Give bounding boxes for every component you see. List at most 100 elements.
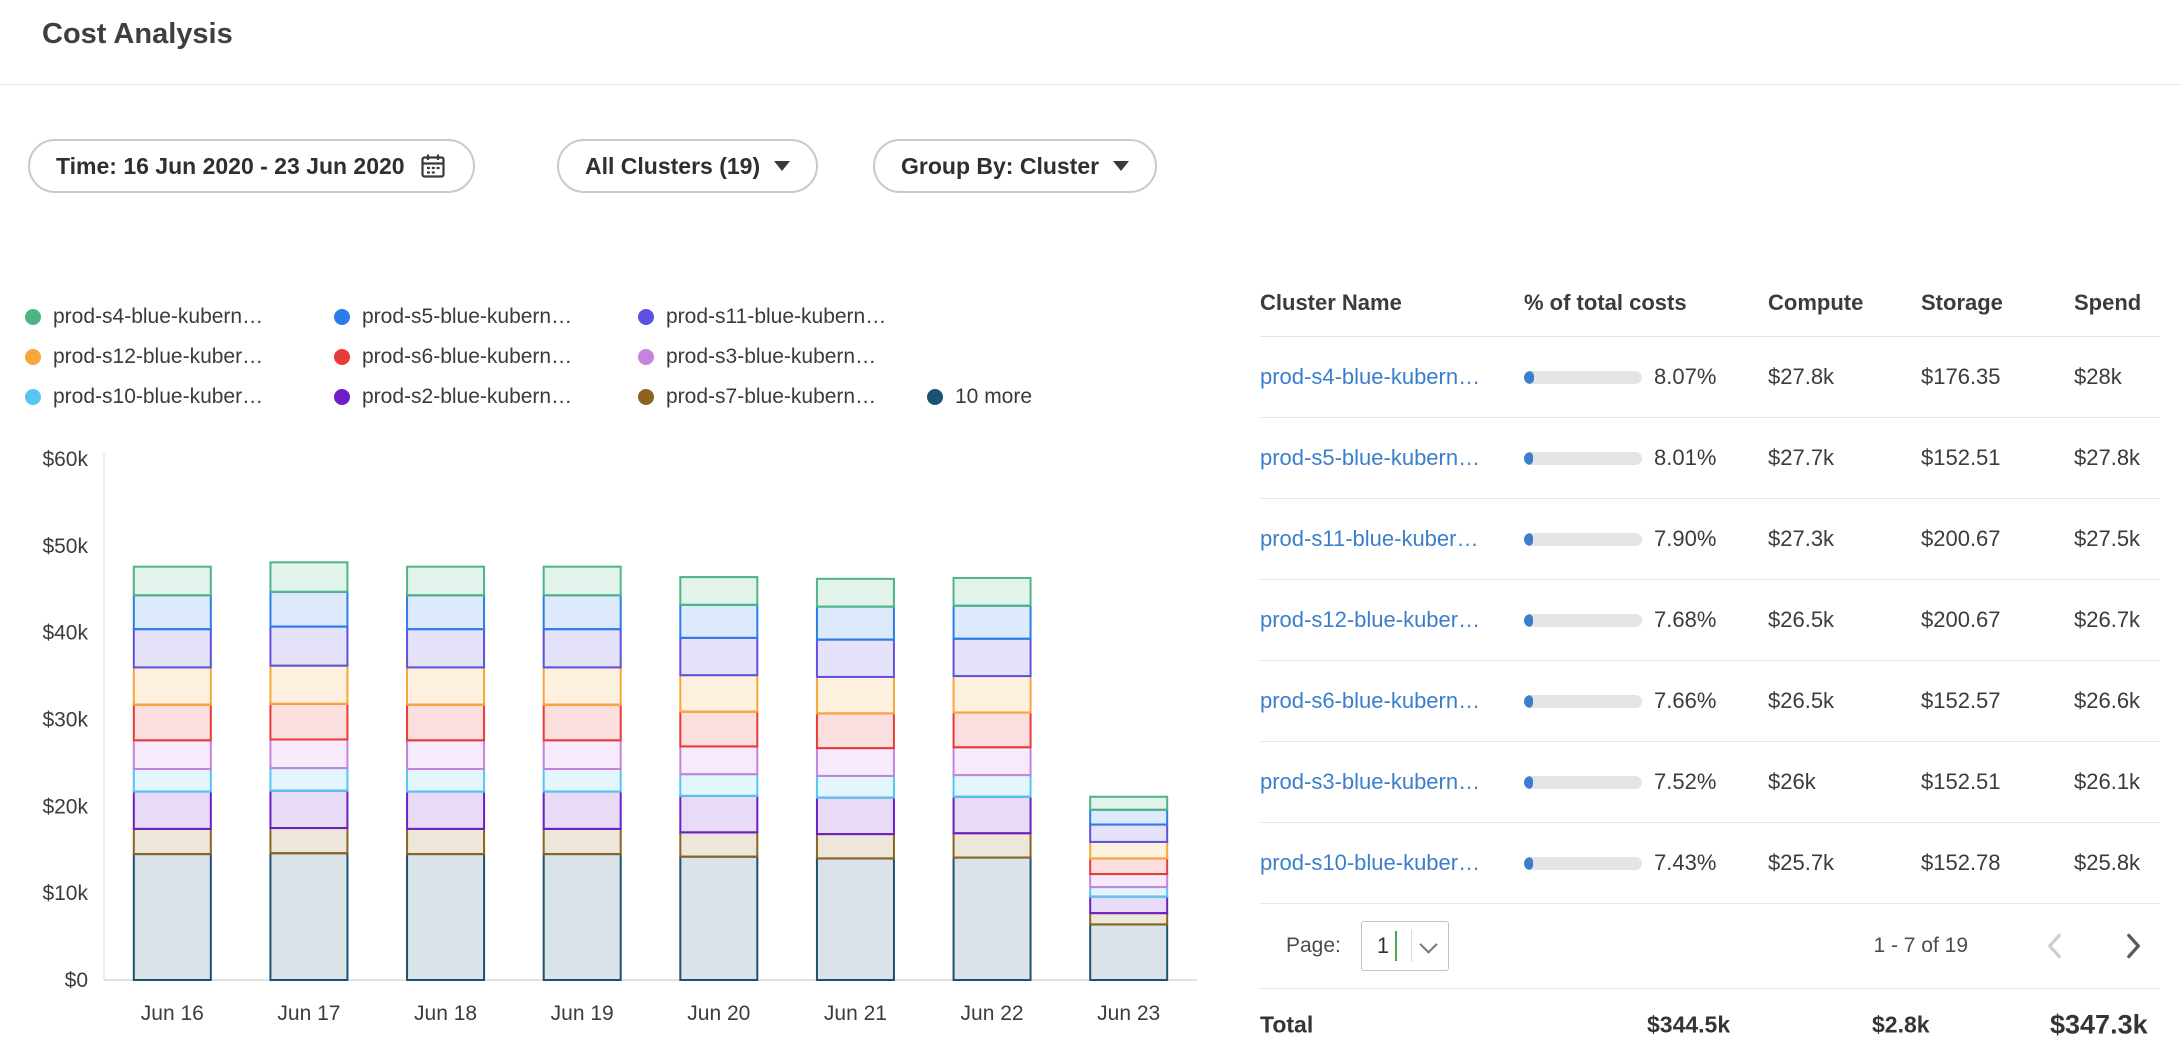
legend-label: prod-s5-blue-kubern… xyxy=(362,305,572,329)
storage-value: $176.35 xyxy=(1921,364,2074,390)
legend-item-prod-s2[interactable]: prod-s2-blue-kubern… xyxy=(334,385,638,409)
pct-cell: 8.01% xyxy=(1524,445,1768,471)
chart-legend: prod-s4-blue-kubern… prod-s5-blue-kubern… xyxy=(25,297,1032,417)
legend-color-dot xyxy=(334,309,350,325)
next-page-button[interactable] xyxy=(2116,929,2150,963)
table-row: prod-s12-blue-kuber… 7.68% $26.5k $200.6… xyxy=(1260,580,2160,661)
legend-item-prod-s7[interactable]: prod-s7-blue-kubern… xyxy=(638,385,927,409)
calendar-icon xyxy=(419,152,447,180)
svg-text:$50k: $50k xyxy=(42,535,88,558)
cluster-name-link[interactable]: prod-s5-blue-kubern… xyxy=(1260,445,1524,471)
compute-value: $25.7k xyxy=(1768,850,1921,876)
legend-item-prod-s4[interactable]: prod-s4-blue-kubern… xyxy=(25,305,334,329)
svg-text:Jun 20: Jun 20 xyxy=(687,1002,750,1025)
time-range-filter[interactable]: Time: 16 Jun 2020 - 23 Jun 2020 xyxy=(28,139,475,193)
svg-text:Jun 17: Jun 17 xyxy=(277,1002,340,1025)
legend-color-dot xyxy=(25,389,41,405)
pct-progress-track xyxy=(1524,857,1642,870)
storage-value: $152.51 xyxy=(1921,769,2074,795)
pct-progress-fill xyxy=(1524,452,1533,465)
page-select[interactable]: 1 xyxy=(1361,921,1449,971)
pct-cell: 7.43% xyxy=(1524,850,1768,876)
total-row: Total $344.5k $2.8k $347.3k xyxy=(1260,989,2160,1052)
pct-progress-fill xyxy=(1524,857,1533,870)
page-title: Cost Analysis xyxy=(42,18,233,51)
cluster-name-link[interactable]: prod-s3-blue-kubern… xyxy=(1260,769,1524,795)
legend-label: prod-s7-blue-kubern… xyxy=(666,385,876,409)
legend-item-prod-s11[interactable]: prod-s11-blue-kubern… xyxy=(638,305,927,329)
spend-value: $26.7k xyxy=(2074,607,2160,633)
chevron-down-icon xyxy=(1113,161,1129,171)
svg-text:$40k: $40k xyxy=(42,622,88,645)
chevron-left-icon xyxy=(2038,929,2072,963)
table-row: prod-s11-blue-kuber… 7.90% $27.3k $200.6… xyxy=(1260,499,2160,580)
prev-page-button[interactable] xyxy=(2038,929,2072,963)
legend-label: prod-s2-blue-kubern… xyxy=(362,385,572,409)
spend-value: $25.8k xyxy=(2074,850,2160,876)
table-row: prod-s10-blue-kuber… 7.43% $25.7k $152.7… xyxy=(1260,823,2160,904)
legend-row: prod-s4-blue-kubern… prod-s5-blue-kubern… xyxy=(25,297,1032,337)
pct-value: 7.90% xyxy=(1654,526,1716,552)
svg-text:Jun 19: Jun 19 xyxy=(551,1002,614,1025)
chevron-down-icon xyxy=(1419,935,1437,953)
legend-color-dot xyxy=(638,349,654,365)
legend-item-prod-s6[interactable]: prod-s6-blue-kubern… xyxy=(334,345,638,369)
legend-item-prod-s3[interactable]: prod-s3-blue-kubern… xyxy=(638,345,927,369)
legend-item-prod-s10[interactable]: prod-s10-blue-kuber… xyxy=(25,385,334,409)
table-row: prod-s6-blue-kubern… 7.66% $26.5k $152.5… xyxy=(1260,661,2160,742)
table-row: prod-s4-blue-kubern… 8.07% $27.8k $176.3… xyxy=(1260,337,2160,418)
cluster-name-link[interactable]: prod-s6-blue-kubern… xyxy=(1260,688,1524,714)
cluster-name-link[interactable]: prod-s4-blue-kubern… xyxy=(1260,364,1524,390)
pct-progress-fill xyxy=(1524,695,1533,708)
pct-progress-track xyxy=(1524,695,1642,708)
legend-label: prod-s11-blue-kubern… xyxy=(666,305,886,329)
pct-value: 7.68% xyxy=(1654,607,1716,633)
total-label: Total xyxy=(1260,1012,1313,1039)
cluster-name-link[interactable]: prod-s10-blue-kuber… xyxy=(1260,850,1524,876)
compute-value: $27.3k xyxy=(1768,526,1921,552)
legend-color-dot xyxy=(638,389,654,405)
svg-text:Jun 22: Jun 22 xyxy=(961,1002,1024,1025)
time-range-label: Time: 16 Jun 2020 - 23 Jun 2020 xyxy=(56,153,405,180)
legend-item-prod-s5[interactable]: prod-s5-blue-kubern… xyxy=(334,305,638,329)
page-label: Page: xyxy=(1286,934,1341,958)
clusters-filter-label: All Clusters (19) xyxy=(585,153,760,180)
legend-color-dot xyxy=(25,309,41,325)
compute-value: $26.5k xyxy=(1768,688,1921,714)
legend-item-10-more[interactable]: 10 more xyxy=(927,385,1032,409)
legend-label: prod-s12-blue-kuber… xyxy=(53,345,263,369)
pagination-bar: Page: 1 1 - 7 of 19 xyxy=(1260,904,2160,989)
stacked-bar-chart[interactable]: $0$10k$20k$30k$40k$50k$60kJun 16Jun 17Ju… xyxy=(0,445,1230,1052)
text-cursor xyxy=(1395,931,1397,961)
chevron-down-icon xyxy=(774,161,790,171)
legend-item-prod-s12[interactable]: prod-s12-blue-kuber… xyxy=(25,345,334,369)
total-storage: $2.8k xyxy=(1872,1012,1930,1039)
group-by-filter[interactable]: Group By: Cluster xyxy=(873,139,1157,193)
legend-label: prod-s10-blue-kuber… xyxy=(53,385,263,409)
cluster-name-link[interactable]: prod-s11-blue-kuber… xyxy=(1260,526,1524,552)
spend-value: $26.6k xyxy=(2074,688,2160,714)
storage-value: $200.67 xyxy=(1921,526,2074,552)
clusters-filter[interactable]: All Clusters (19) xyxy=(557,139,818,193)
column-header-spend: Spend xyxy=(2074,290,2160,316)
svg-text:$60k: $60k xyxy=(42,448,88,471)
legend-color-dot xyxy=(25,349,41,365)
cluster-name-link[interactable]: prod-s12-blue-kuber… xyxy=(1260,607,1524,633)
svg-text:$0: $0 xyxy=(65,969,88,992)
svg-text:Jun 16: Jun 16 xyxy=(141,1002,204,1025)
svg-text:$20k: $20k xyxy=(42,795,88,818)
svg-text:$10k: $10k xyxy=(42,882,88,905)
select-divider xyxy=(1411,930,1412,962)
pct-progress-track xyxy=(1524,452,1642,465)
pct-progress-fill xyxy=(1524,776,1533,789)
spend-value: $28k xyxy=(2074,364,2160,390)
legend-label: prod-s3-blue-kubern… xyxy=(666,345,876,369)
legend-row: prod-s12-blue-kuber… prod-s6-blue-kubern… xyxy=(25,337,1032,377)
pct-progress-track xyxy=(1524,371,1642,384)
pct-cell: 8.07% xyxy=(1524,364,1768,390)
pagination-range: 1 - 7 of 19 xyxy=(1873,934,1968,958)
storage-value: $152.57 xyxy=(1921,688,2074,714)
svg-text:Jun 23: Jun 23 xyxy=(1097,1002,1160,1025)
header-divider xyxy=(0,84,2182,85)
pct-progress-fill xyxy=(1524,371,1534,384)
